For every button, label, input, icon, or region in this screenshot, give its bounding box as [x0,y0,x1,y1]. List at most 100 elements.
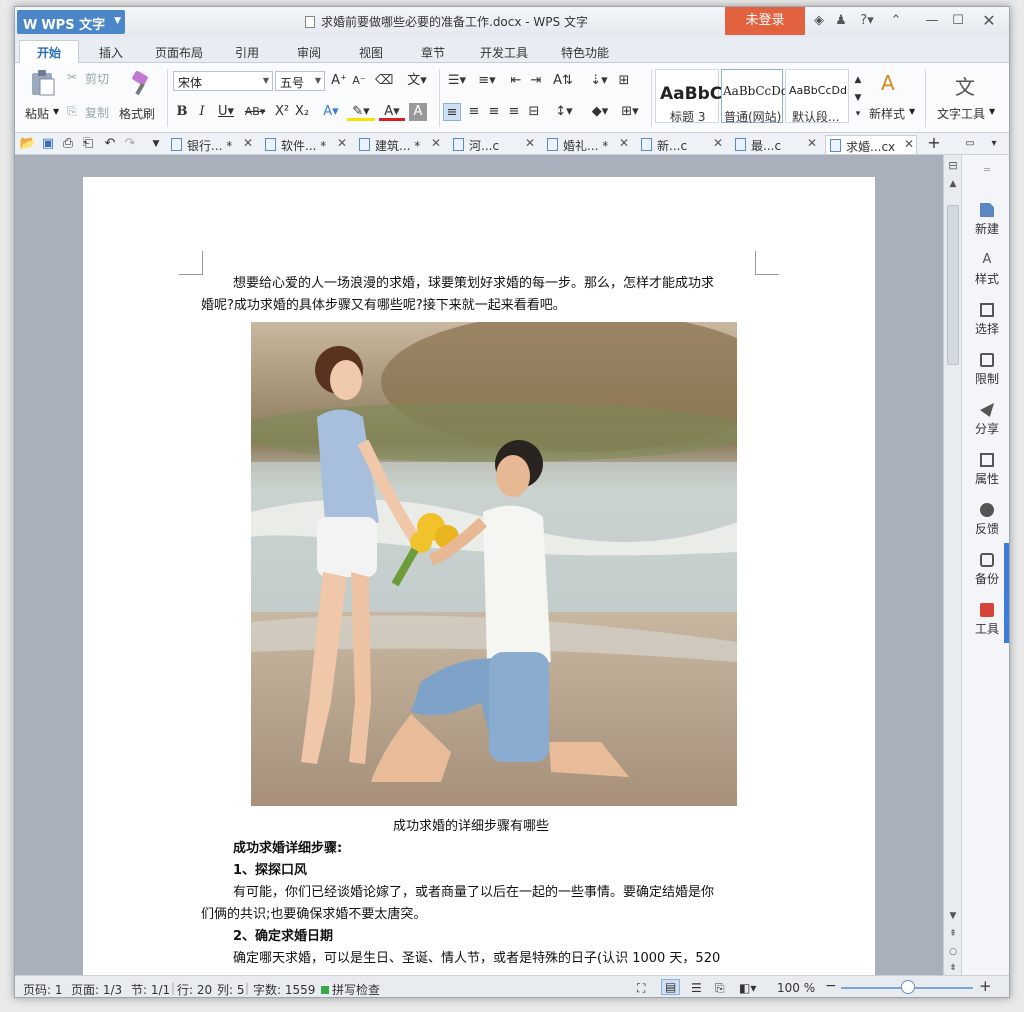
zoom-out-icon[interactable]: − [825,978,837,994]
style-normal-web[interactable]: AaBbCcDd 普通(网站) [721,69,789,124]
shading-button[interactable]: ◆▾ [587,103,613,121]
bold-button[interactable]: B [173,103,191,121]
close-icon[interactable]: ✕ [243,136,253,150]
doc-tab-active[interactable]: 求婚...cx ✕ [825,135,917,154]
close-icon[interactable]: ✕ [713,136,723,150]
tab-insert[interactable]: 插入 [87,41,135,63]
font-family-select[interactable]: 宋体 ▼ [173,71,273,91]
shirt-icon[interactable]: ♟ [832,12,850,30]
align-left-button[interactable]: ≡ [443,103,461,121]
text-effect-button[interactable]: A▾ [319,103,343,121]
fullscreen-icon[interactable]: ⛶ [637,981,645,996]
numbering-button[interactable]: ≡▾ [473,72,501,90]
tab-home[interactable]: 开始 [19,40,79,64]
panel-share[interactable]: 分享 [962,403,1009,437]
strikethrough-button[interactable]: AB▾ [241,103,269,121]
print-preview-icon[interactable]: ⎗ [79,135,97,153]
zoom-slider-knob[interactable] [901,980,915,994]
close-icon[interactable]: ✕ [525,136,535,150]
close-icon[interactable]: ✕ [619,136,629,150]
grow-font-icon[interactable]: A⁺ [330,72,348,90]
minimize-button[interactable]: — [923,12,941,30]
next-page-icon[interactable]: ⇟ [944,963,962,973]
prev-page-icon[interactable]: ⇞ [944,929,962,939]
skin-icon[interactable]: ◈ [810,12,828,30]
styles-more-icon[interactable]: ▾ [849,105,867,123]
panel-new[interactable]: 新建 [962,203,1009,237]
copy-button[interactable]: ⎘ 复制 [67,103,117,123]
close-icon[interactable]: ✕ [904,137,914,151]
italic-button[interactable]: I [193,103,211,121]
redo-icon[interactable]: ↷ [121,135,139,153]
scroll-down-icon[interactable]: ▼ [944,911,962,921]
outline-view-icon[interactable]: ☰ [691,981,702,995]
browse-object-icon[interactable]: ○ [944,947,962,957]
scroll-thumb[interactable] [947,205,959,365]
cut-button[interactable]: ✂ 剪切 [67,69,117,89]
styles-scroll-up-icon[interactable]: ▲ [849,71,867,89]
print-icon[interactable]: ⎙ [59,135,77,153]
font-color-button[interactable]: A▾ [379,103,405,121]
tab-view[interactable]: 视图 [349,41,393,63]
login-button[interactable]: 未登录 [725,7,805,35]
help-button[interactable]: ?▾ [855,12,879,30]
tab-references[interactable]: 引用 [225,41,269,63]
scroll-up-icon[interactable]: ▲ [944,179,962,189]
save-icon[interactable]: ▣ [39,135,57,153]
panel-restrict[interactable]: 限制 [962,353,1009,387]
subscript-button[interactable]: X₂ [293,103,311,121]
text-tools-button[interactable]: 文 文字工具 ▼ [933,67,997,127]
style-heading3[interactable]: AaBbC 标题 3 [655,69,722,124]
quick-access-dropdown-icon[interactable]: ▼ [147,135,165,153]
tab-special-features[interactable]: 特色功能 [549,41,621,63]
tab-chapter[interactable]: 章节 [411,41,455,63]
doc-tab[interactable]: 河...c ✕ [449,135,537,154]
zoom-level[interactable]: 100 % [777,981,815,995]
panel-styles[interactable]: A 样式 [962,253,1009,287]
font-size-select[interactable]: 五号 ▼ [275,71,325,91]
collapse-ribbon-icon[interactable]: ⌃ [887,12,905,30]
tab-review[interactable]: 审阅 [287,41,331,63]
doc-tab[interactable]: 建筑... * ✕ [355,135,443,154]
doc-tab[interactable]: 银行... * ✕ [167,135,255,154]
bullets-button[interactable]: ☰▾ [443,72,471,90]
spell-check-toggle[interactable]: 拼写检查 [321,981,380,997]
align-right-button[interactable]: ≡ [485,103,503,121]
status-word-count[interactable]: 字数: 1559 [253,981,315,997]
doc-tab[interactable]: 婚礼... * ✕ [543,135,631,154]
panel-backup[interactable]: 备份 [962,553,1009,587]
panel-select[interactable]: 选择 [962,303,1009,337]
table-grid-icon[interactable]: ⊞ [615,72,633,90]
doc-tab[interactable]: 新...c ✕ [637,135,725,154]
new-style-button[interactable]: A 新样式 ▼ [867,67,917,127]
panel-feedback[interactable]: 反馈 [962,503,1009,537]
decrease-indent-icon[interactable]: ⇤ [507,72,525,90]
increase-indent-icon[interactable]: ⇥ [527,72,545,90]
maximize-button[interactable]: ☐ [949,12,967,30]
panel-expand-handle[interactable] [1004,543,1009,643]
paste-button[interactable]: 粘贴 ▼ [21,67,61,127]
close-icon[interactable]: ✕ [431,136,441,150]
tab-page-layout[interactable]: 页面布局 [145,41,213,63]
panel-properties[interactable]: 属性 [962,453,1009,487]
char-shading-button[interactable]: A [409,103,427,121]
panel-collapse-icon[interactable]: ═ [962,165,1009,176]
web-view-icon[interactable]: ⎘ [715,981,725,996]
zoom-in-icon[interactable]: + [979,977,992,995]
page-view-icon[interactable]: ▤ [661,979,681,995]
format-painter-button[interactable]: 格式刷 [117,67,163,127]
panel-tools[interactable]: 工具 [962,603,1009,637]
doc-tab[interactable]: 软件... * ✕ [261,135,349,154]
text-direction-icon[interactable]: A⇅ [549,72,577,90]
superscript-button[interactable]: X² [273,103,291,121]
close-icon[interactable]: ✕ [337,136,347,150]
distributed-button[interactable]: ⊟ [525,103,543,121]
split-view-icon[interactable]: ⊟ [944,159,962,172]
clear-format-icon[interactable]: ⌫ [375,72,393,90]
borders-button[interactable]: ⊞▾ [617,103,643,121]
justify-button[interactable]: ≡ [505,103,523,121]
close-icon[interactable]: ✕ [807,136,817,150]
undo-icon[interactable]: ↶ [101,135,119,153]
sort-icon[interactable]: ⇣▾ [587,72,611,90]
document-page[interactable]: 想要给心爱的人一场浪漫的求婚，球要策划好求婚的每一步。那么，怎样才能成功求 婚呢… [83,177,875,975]
